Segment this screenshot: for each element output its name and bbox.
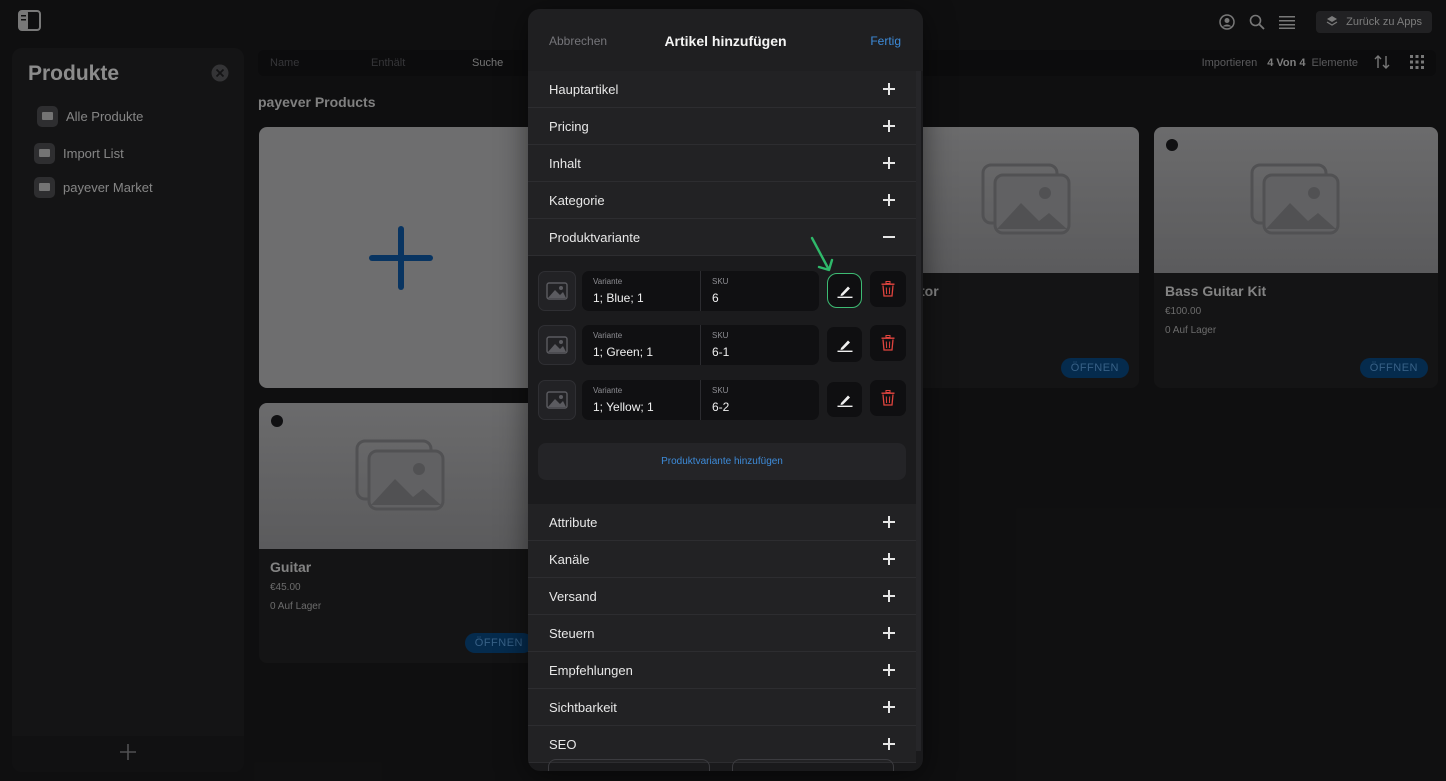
section-shipping[interactable]: Versand	[528, 578, 916, 615]
trash-icon	[881, 281, 895, 297]
plus-icon[interactable]	[883, 157, 895, 169]
section-label: Empfehlungen	[549, 663, 633, 678]
modal-title: Artikel hinzufügen	[664, 33, 787, 49]
plus-icon[interactable]	[883, 194, 895, 206]
section-seo[interactable]: SEO	[528, 726, 916, 763]
sku-value: 6-1	[712, 345, 730, 359]
section-label: Inhalt	[549, 156, 581, 171]
variant-fields[interactable]: Variante 1; Yellow; 1 SKU 6-2	[582, 380, 819, 420]
plus-icon[interactable]	[883, 516, 895, 528]
variant-image-icon[interactable]	[538, 380, 576, 420]
plus-icon[interactable]	[883, 83, 895, 95]
section-label: SEO	[549, 737, 577, 752]
delete-variant-button[interactable]	[870, 271, 906, 307]
trash-icon	[881, 390, 895, 406]
sku-label: SKU	[712, 277, 729, 286]
add-variant-button[interactable]: Produktvariante hinzufügen	[538, 443, 906, 480]
variant-label: Variante	[593, 331, 623, 340]
section-visibility[interactable]: Sichtbarkeit	[528, 689, 916, 726]
plus-icon[interactable]	[883, 590, 895, 602]
plus-icon[interactable]	[883, 553, 895, 565]
arrow-annotation-icon	[808, 236, 836, 274]
minus-icon[interactable]	[883, 231, 895, 243]
variant-value: 1; Green; 1	[593, 345, 654, 359]
footer-button[interactable]	[548, 759, 710, 771]
plus-icon[interactable]	[883, 738, 895, 750]
section-label: Kanäle	[549, 552, 590, 567]
plus-icon[interactable]	[883, 664, 895, 676]
delete-variant-button[interactable]	[870, 325, 906, 361]
delete-variant-button[interactable]	[870, 380, 906, 416]
pencil-icon	[837, 340, 852, 352]
field-divider	[700, 380, 701, 420]
variant-fields[interactable]: Variante 1; Green; 1 SKU 6-1	[582, 325, 819, 365]
sku-label: SKU	[712, 386, 729, 395]
trash-icon	[881, 335, 895, 351]
modal-header: Abbrechen Artikel hinzufügen Fertig	[528, 9, 923, 71]
section-label: Pricing	[549, 119, 589, 134]
section-content[interactable]: Inhalt	[528, 145, 916, 182]
sku-value: 6	[712, 291, 719, 305]
edit-variant-button[interactable]	[827, 382, 862, 417]
modal-footer-buttons	[548, 759, 904, 771]
modal-scrollbar[interactable]	[916, 71, 921, 751]
variant-value: 1; Yellow; 1	[593, 400, 654, 414]
section-product-variant[interactable]: Produktvariante	[528, 219, 916, 256]
sku-value: 6-2	[712, 400, 730, 414]
plus-icon[interactable]	[883, 120, 895, 132]
variant-row: Variante 1; Yellow; 1 SKU 6-2	[538, 380, 906, 420]
variant-row: Variante 1; Blue; 1 SKU 6	[538, 271, 906, 311]
field-divider	[700, 325, 701, 365]
section-recommendations[interactable]: Empfehlungen	[528, 652, 916, 689]
pencil-icon	[837, 286, 852, 298]
section-label: Produktvariante	[549, 230, 641, 245]
section-label: Steuern	[549, 626, 595, 641]
modal-sections: Hauptartikel Pricing Inhalt Kategorie Pr…	[528, 71, 916, 763]
section-label: Sichtbarkeit	[549, 700, 617, 715]
variant-list: Variante 1; Blue; 1 SKU 6 Variante 1; Gr…	[528, 256, 916, 504]
footer-button[interactable]	[732, 759, 894, 771]
section-channels[interactable]: Kanäle	[528, 541, 916, 578]
section-attributes[interactable]: Attribute	[528, 504, 916, 541]
edit-variant-button[interactable]	[827, 327, 862, 362]
section-taxes[interactable]: Steuern	[528, 615, 916, 652]
field-divider	[700, 271, 701, 311]
plus-icon[interactable]	[883, 701, 895, 713]
edit-variant-button[interactable]	[827, 273, 862, 308]
variant-label: Variante	[593, 277, 623, 286]
section-label: Versand	[549, 589, 597, 604]
variant-fields[interactable]: Variante 1; Blue; 1 SKU 6	[582, 271, 819, 311]
add-item-modal: Abbrechen Artikel hinzufügen Fertig Haup…	[528, 9, 923, 771]
section-label: Kategorie	[549, 193, 605, 208]
variant-value: 1; Blue; 1	[593, 291, 644, 305]
variant-image-icon[interactable]	[538, 325, 576, 365]
section-label: Attribute	[549, 515, 598, 530]
section-pricing[interactable]: Pricing	[528, 108, 916, 145]
section-category[interactable]: Kategorie	[528, 182, 916, 219]
section-main-item[interactable]: Hauptartikel	[528, 71, 916, 108]
pencil-icon	[837, 395, 852, 407]
plus-icon[interactable]	[883, 627, 895, 639]
variant-row: Variante 1; Green; 1 SKU 6-1	[538, 325, 906, 365]
variant-label: Variante	[593, 386, 623, 395]
variant-image-icon[interactable]	[538, 271, 576, 311]
sku-label: SKU	[712, 331, 729, 340]
section-label: Hauptartikel	[549, 82, 619, 97]
done-button[interactable]: Fertig	[870, 34, 901, 48]
